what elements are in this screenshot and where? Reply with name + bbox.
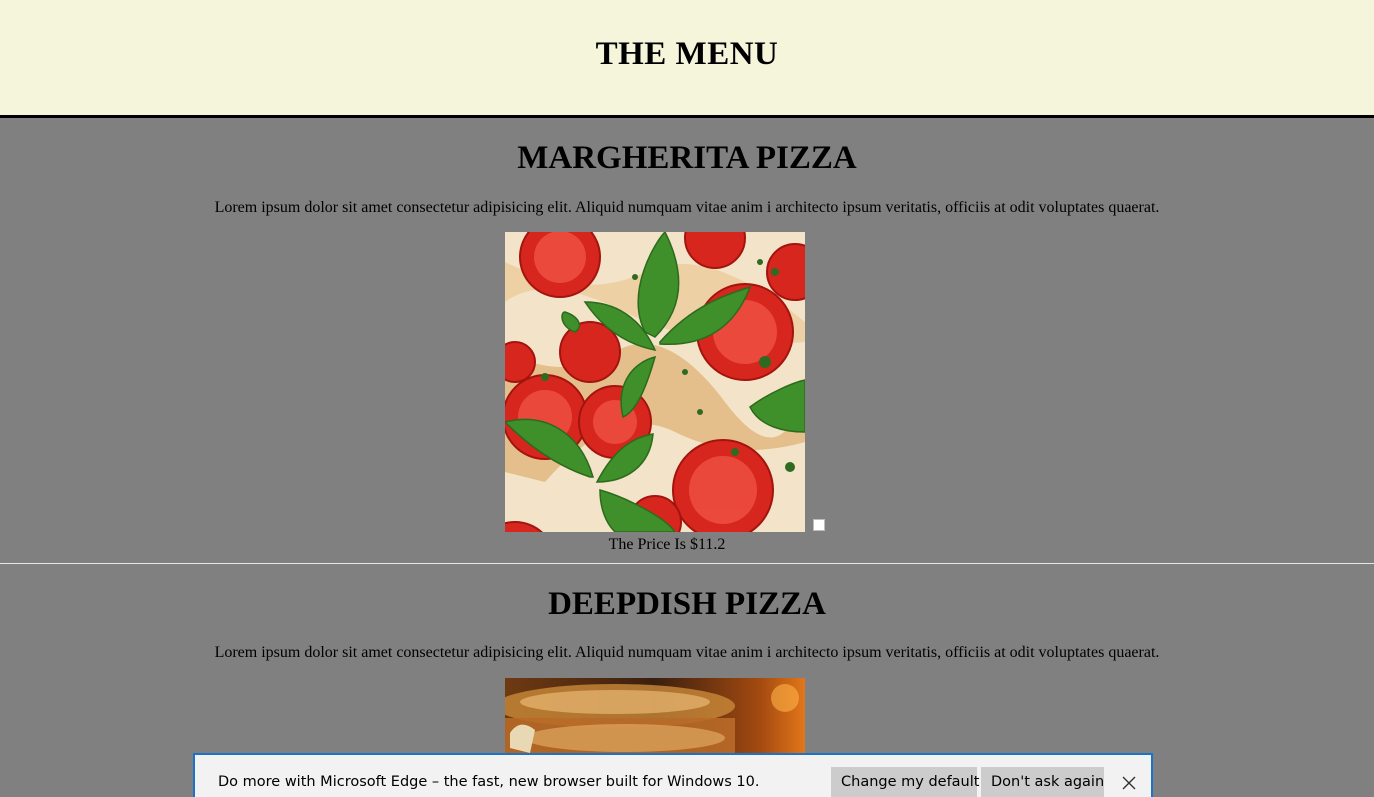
edge-notification-message: Do more with Microsoft Edge – the fast, …	[218, 774, 760, 790]
change-my-default-button[interactable]: Change my default	[831, 767, 979, 797]
page-title: THE MENU	[595, 36, 779, 72]
item-checkbox[interactable]	[813, 519, 825, 531]
page-header: THE MENU	[0, 0, 1374, 118]
margherita-pizza-image	[505, 232, 805, 532]
menu-item-description: Lorem ipsum dolor sit amet consectetur a…	[214, 199, 1160, 216]
menu-item-title: MARGHERITA PIZZA	[517, 140, 857, 176]
menu-item-title: DEEPDISH PIZZA	[548, 586, 826, 622]
edge-notification-bar: Do more with Microsoft Edge – the fast, …	[193, 753, 1153, 797]
menu-item-description: Lorem ipsum dolor sit amet consectetur a…	[214, 644, 1160, 661]
menu-item: MARGHERITA PIZZA Lorem ipsum dolor sit a…	[0, 118, 1374, 564]
dont-ask-again-button[interactable]: Don't ask again	[981, 767, 1104, 797]
close-icon[interactable]	[1121, 775, 1137, 791]
menu-item-price: The Price Is $11.2	[608, 536, 726, 553]
